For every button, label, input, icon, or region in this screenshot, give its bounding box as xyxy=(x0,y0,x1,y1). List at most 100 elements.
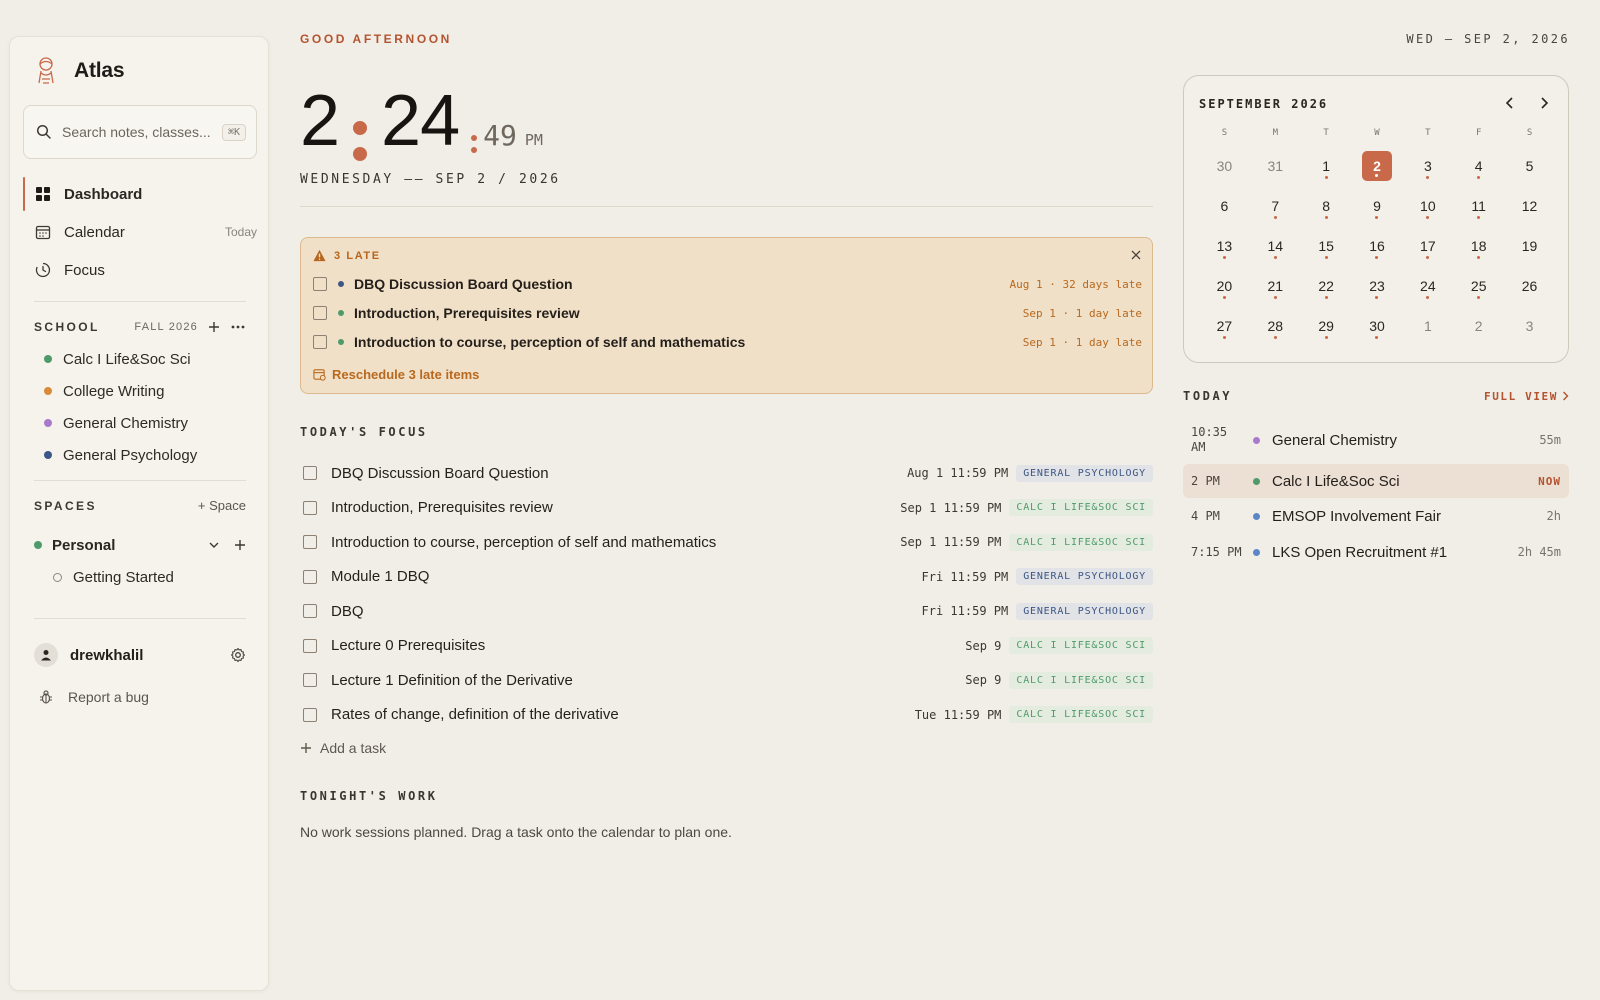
calendar-day[interactable]: 29 xyxy=(1301,308,1352,348)
late-item[interactable]: DBQ Discussion Board Question Aug 1 · 32… xyxy=(313,273,1142,295)
task-checkbox[interactable] xyxy=(303,604,317,619)
chevron-down-icon[interactable] xyxy=(208,539,220,551)
task-title: Lecture 1 Definition of the Derivative xyxy=(331,671,573,689)
search-input[interactable]: Search notes, classes... ⌘K xyxy=(23,105,257,159)
gear-icon[interactable] xyxy=(230,647,246,663)
task-row[interactable]: Lecture 0 Prerequisites Sep 9 CALC I LIF… xyxy=(300,629,1153,664)
task-checkbox[interactable] xyxy=(303,638,317,653)
calendar-day[interactable]: 27 xyxy=(1199,308,1250,348)
clock-ampm: PM xyxy=(524,131,543,149)
task-row[interactable]: Module 1 DBQ Fri 11:59 PM GENERAL PSYCHO… xyxy=(300,560,1153,595)
nav-item-focus[interactable]: Focus xyxy=(23,251,257,289)
nav-item-calendar[interactable]: Calendar Today xyxy=(23,213,257,251)
chevron-right-icon[interactable] xyxy=(1538,96,1550,110)
nav-label: Dashboard xyxy=(64,185,143,203)
add-space-button[interactable]: + Space xyxy=(198,498,246,513)
class-item-calc[interactable]: Calc I Life&Soc Sci xyxy=(34,343,246,375)
calendar-day[interactable]: 12 xyxy=(1504,188,1555,228)
calendar-day[interactable]: 20 xyxy=(1199,268,1250,308)
add-task-button[interactable]: Add a task xyxy=(300,740,386,756)
space-child-getting-started[interactable]: Getting Started xyxy=(53,563,174,591)
calendar-day[interactable]: 31 xyxy=(1250,148,1301,188)
event-row[interactable]: 2 PM Calc I Life&Soc Sci NOW xyxy=(1183,464,1569,498)
calendar-day[interactable]: 22 xyxy=(1301,268,1352,308)
calendar-day[interactable]: 4 xyxy=(1453,148,1504,188)
close-icon[interactable] xyxy=(1130,249,1142,261)
calendar-day[interactable]: 24 xyxy=(1402,268,1453,308)
term-label[interactable]: FALL 2026 xyxy=(134,321,198,333)
calendar-day[interactable]: 30 xyxy=(1199,148,1250,188)
calendar-day[interactable]: 8 xyxy=(1301,188,1352,228)
focus-section-title: TODAY'S FOCUS xyxy=(300,425,428,439)
calendar-day[interactable]: 14 xyxy=(1250,228,1301,268)
calendar-day[interactable]: 17 xyxy=(1402,228,1453,268)
add-page-plus-icon[interactable] xyxy=(234,539,246,551)
class-item-psychology[interactable]: General Psychology xyxy=(34,439,246,471)
clock-colon-small xyxy=(471,135,478,153)
calendar-day[interactable]: 21 xyxy=(1250,268,1301,308)
calendar-day[interactable]: 30 xyxy=(1352,308,1403,348)
late-item[interactable]: Introduction, Prerequisites review Sep 1… xyxy=(313,302,1142,324)
calendar-day[interactable]: 23 xyxy=(1352,268,1403,308)
task-row[interactable]: DBQ Discussion Board Question Aug 1 11:5… xyxy=(300,456,1153,491)
calendar-day[interactable]: 15 xyxy=(1301,228,1352,268)
task-row[interactable]: Rates of change, definition of the deriv… xyxy=(300,698,1153,733)
space-label: Personal xyxy=(52,536,116,554)
event-row[interactable]: 4 PM EMSOP Involvement Fair 2h xyxy=(1183,498,1569,534)
calendar-day[interactable]: 7 xyxy=(1250,188,1301,228)
task-checkbox[interactable] xyxy=(303,707,317,722)
calendar-day[interactable]: 1 xyxy=(1301,148,1352,188)
task-checkbox[interactable] xyxy=(303,569,317,584)
user-profile[interactable]: drewkhalil xyxy=(34,640,246,670)
calendar-day[interactable]: 5 xyxy=(1504,148,1555,188)
calendar-day[interactable]: 10 xyxy=(1402,188,1453,228)
space-color-dot xyxy=(34,541,42,549)
calendar-day[interactable]: 6 xyxy=(1199,188,1250,228)
task-checkbox[interactable] xyxy=(313,306,327,320)
full-view-link[interactable]: FULL VIEW xyxy=(1484,390,1569,403)
late-item[interactable]: Introduction to course, perception of se… xyxy=(313,331,1142,353)
more-options-icon[interactable] xyxy=(230,321,246,333)
tonight-empty-message: No work sessions planned. Drag a task on… xyxy=(300,824,732,840)
calendar-day[interactable]: 18 xyxy=(1453,228,1504,268)
report-bug-link[interactable]: Report a bug xyxy=(38,685,149,709)
reschedule-late-button[interactable]: Reschedule 3 late items xyxy=(313,367,479,382)
class-item-chemistry[interactable]: General Chemistry xyxy=(34,407,246,439)
task-checkbox[interactable] xyxy=(303,466,317,481)
task-checkbox[interactable] xyxy=(303,673,317,688)
calendar-day[interactable]: 13 xyxy=(1199,228,1250,268)
task-row[interactable]: Introduction, Prerequisites review Sep 1… xyxy=(300,491,1153,526)
event-row[interactable]: 10:35 AM General Chemistry 55m xyxy=(1183,420,1569,460)
calendar-day[interactable]: 11 xyxy=(1453,188,1504,228)
brand[interactable]: Atlas xyxy=(32,55,125,87)
event-time: 10:35 AM xyxy=(1191,425,1228,454)
calendar-day[interactable]: 2 xyxy=(1453,308,1504,348)
calendar-day-number: 5 xyxy=(1525,158,1534,174)
nav-item-dashboard[interactable]: Dashboard xyxy=(23,175,257,213)
event-row[interactable]: 7:15 PM LKS Open Recruitment #1 2h 45m xyxy=(1183,534,1569,570)
add-class-plus-icon[interactable] xyxy=(208,321,220,333)
task-checkbox[interactable] xyxy=(303,535,317,550)
calendar-day[interactable]: 1 xyxy=(1402,308,1453,348)
class-item-writing[interactable]: College Writing xyxy=(34,375,246,407)
calendar-day[interactable]: 3 xyxy=(1504,308,1555,348)
user-icon xyxy=(41,650,51,661)
calendar-day-selected[interactable]: 2 xyxy=(1352,148,1403,188)
task-checkbox[interactable] xyxy=(313,277,327,291)
calendar-day[interactable]: 9 xyxy=(1352,188,1403,228)
calendar-day[interactable]: 16 xyxy=(1352,228,1403,268)
task-row[interactable]: DBQ Fri 11:59 PM GENERAL PSYCHOLOGY xyxy=(300,594,1153,629)
task-row[interactable]: Lecture 1 Definition of the Derivative S… xyxy=(300,663,1153,698)
calendar-day[interactable]: 19 xyxy=(1504,228,1555,268)
space-item-personal[interactable]: Personal xyxy=(34,531,246,559)
task-row[interactable]: Introduction to course, perception of se… xyxy=(300,525,1153,560)
weekday-label: S xyxy=(1526,128,1533,138)
task-checkbox[interactable] xyxy=(303,500,317,515)
calendar-day[interactable]: 25 xyxy=(1453,268,1504,308)
nav-label: Calendar xyxy=(64,223,125,241)
chevron-left-icon[interactable] xyxy=(1504,96,1516,110)
calendar-day[interactable]: 28 xyxy=(1250,308,1301,348)
task-checkbox[interactable] xyxy=(313,335,327,349)
calendar-day[interactable]: 3 xyxy=(1402,148,1453,188)
calendar-day[interactable]: 26 xyxy=(1504,268,1555,308)
